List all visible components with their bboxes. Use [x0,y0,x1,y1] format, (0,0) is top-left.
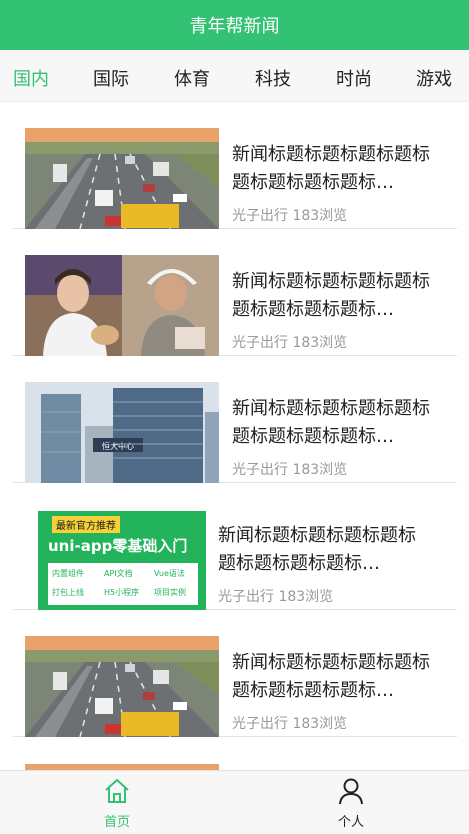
news-item[interactable]: 最新官方推荐 uni-app零基础入门 内置组件 API文档 Vue语法 打包上… [13,483,457,610]
bottom-tab-bar: 首页 个人 [0,770,469,834]
tab-technology[interactable]: 科技 [255,65,291,91]
tab-games[interactable]: 游戏 [416,65,452,91]
promo-tag: 内置组件 [52,569,84,578]
tab-international[interactable]: 国际 [93,65,129,91]
person-icon [339,778,363,805]
promo-tag: API文档 [104,569,133,578]
tab-fashion[interactable]: 时尚 [336,65,372,91]
news-list: 新闻标题标题标题标题标题标题标题标题标… 光子出行 183浏览 新闻标题标题标题… [0,102,469,770]
promo-tag: 打包上线 [52,588,84,597]
news-meta: 光子出行 183浏览 [218,589,334,605]
news-title: 新闻标题标题标题标题标题标题标题标题标… [232,652,430,701]
news-item[interactable]: 新闻标题标题标题标题标题标题标题标题标… 光子出行 183浏览 [13,610,457,737]
promo-tag: Vue语法 [154,569,185,578]
promo-tag: H5小程序 [104,588,140,597]
category-tabs: 国内 国际 体育 科技 时尚 游戏 [0,50,469,102]
news-title: 新闻标题标题标题标题标题标题标题标题标… [232,398,430,447]
promo-badge: 最新官方推荐 [52,516,120,533]
news-title: 新闻标题标题标题标题标题标题标题标题标… [232,271,430,320]
news-thumbnail-highway [25,128,219,229]
tab-sports[interactable]: 体育 [174,65,210,91]
news-meta: 光子出行 183浏览 [232,208,348,224]
svg-text:恒大中心: 恒大中心 [102,441,134,451]
news-thumbnail-promo: 最新官方推荐 uni-app零基础入门 内置组件 API文档 Vue语法 打包上… [38,511,206,610]
news-thumbnail-portrait [25,255,219,356]
home-icon [105,779,129,803]
promo-tags: 内置组件 API文档 Vue语法 打包上线 H5小程序 项目实例 [48,563,198,605]
news-item[interactable]: 新闻标题标题标题标题标题标题标题标题标… 光子出行 183浏览 [13,102,457,229]
app-header: 青年帮新闻 [0,0,469,50]
tabbar-label-home: 首页 [103,815,130,830]
news-thumbnail-highway [25,636,219,737]
news-title: 新闻标题标题标题标题标题标题标题标题标… [218,525,416,574]
news-meta: 光子出行 183浏览 [232,462,348,478]
news-thumbnail-buildings: 恒大中心 [25,382,219,483]
news-title: 新闻标题标题标题标题标题标题标题标题标… [232,144,430,193]
promo-headline: uni-app零基础入门 [48,537,188,555]
news-meta: 光子出行 183浏览 [232,716,348,732]
news-item[interactable]: 恒大中心 新闻标题标题标题标题标题标题标题标题标… 光子出行 183浏览 [13,356,457,483]
tabbar-item-profile[interactable]: 个人 [311,777,391,830]
tab-domestic[interactable]: 国内 [13,65,49,91]
promo-tag: 项目实例 [154,588,186,597]
tabbar-label-profile: 个人 [337,815,364,830]
news-item[interactable]: 新闻标题标题标题标题标题标题标题标题标… 光子出行 183浏览 [13,229,457,356]
news-meta: 光子出行 183浏览 [232,335,348,351]
page-title: 青年帮新闻 [189,16,280,37]
tabbar-item-home[interactable]: 首页 [77,777,157,830]
